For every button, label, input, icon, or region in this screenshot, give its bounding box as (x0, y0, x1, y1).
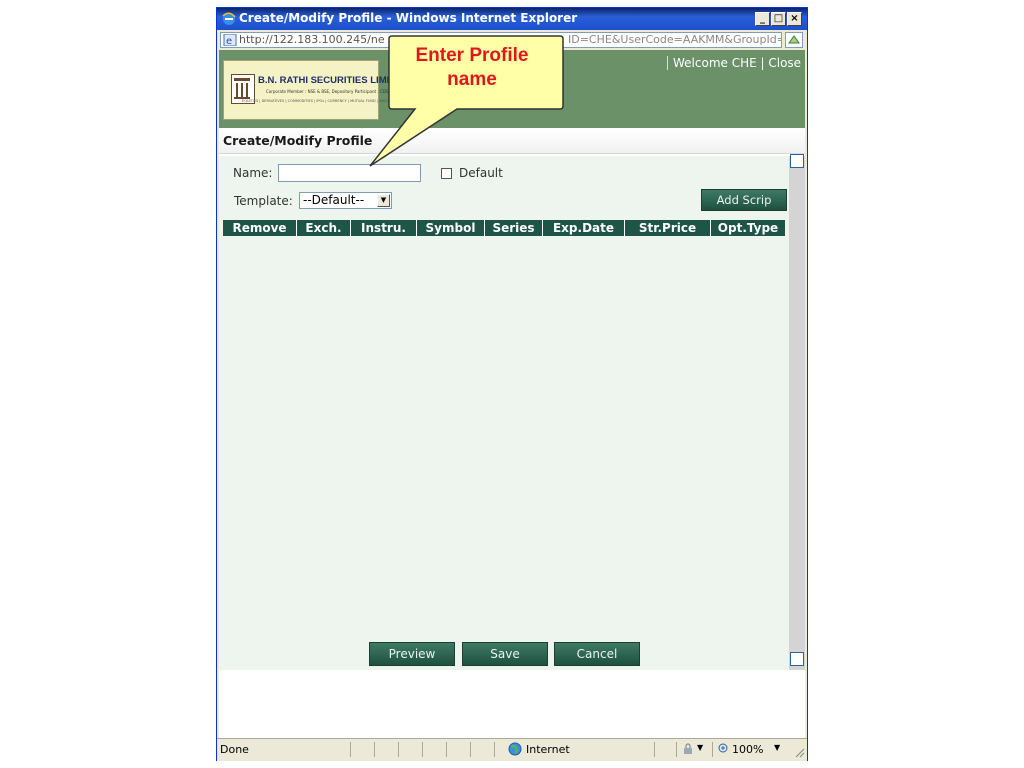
compatibility-view-button[interactable] (785, 32, 803, 48)
status-bar: Done Internet ▼ 100% ▼ (217, 738, 807, 761)
compatibility-icon (788, 35, 800, 44)
name-label: Name: (233, 166, 273, 180)
template-selected-value: --Default-- (303, 193, 365, 207)
cancel-button[interactable]: Cancel (554, 642, 640, 666)
lock-icon (684, 743, 692, 754)
save-button[interactable]: Save (462, 642, 548, 666)
column-header-symbol: Symbol (417, 220, 485, 236)
add-scrip-button[interactable]: Add Scrip (701, 189, 787, 211)
status-pane (422, 742, 446, 757)
globe-icon (508, 742, 522, 756)
column-header-series: Series (485, 220, 543, 236)
internet-explorer-icon (222, 12, 236, 25)
scroll-up-box[interactable] (790, 154, 804, 168)
column-header-str-price: Str.Price (625, 220, 711, 236)
dropdown-arrow-icon[interactable]: ▼ (377, 194, 390, 207)
page-title: Create/Modify Profile (219, 130, 805, 154)
column-header-exp-date: Exp.Date (543, 220, 625, 236)
status-pane (446, 742, 470, 757)
window-title: Create/Modify Profile - Windows Internet… (239, 11, 578, 25)
vertical-scrollbar[interactable] (789, 154, 805, 670)
scroll-down-box[interactable] (790, 652, 804, 666)
column-header-exch: Exch. (297, 220, 351, 236)
status-pane (374, 742, 398, 757)
status-pane (350, 742, 374, 757)
preview-button[interactable]: Preview (369, 642, 455, 666)
title-bar[interactable]: Create/Modify Profile - Windows Internet… (217, 8, 807, 30)
close-window-button[interactable]: × (787, 12, 802, 26)
zone-label: Internet (526, 743, 570, 756)
status-pane (398, 742, 422, 757)
zoom-level: 100% (732, 743, 764, 756)
chevron-down-icon: ▼ (697, 743, 704, 752)
browser-window: Create/Modify Profile - Windows Internet… (216, 7, 808, 761)
template-label: Template: (234, 194, 293, 208)
callout-line-1: Enter Profile (415, 45, 529, 66)
scrip-grid-header: Remove Exch. Instru. Symbol Series Exp.D… (223, 220, 785, 236)
page-icon: e (223, 34, 237, 46)
default-label: Default (459, 166, 503, 180)
profile-form-panel: Name: Default Template: --Default-- ▼ Ad… (219, 156, 789, 670)
page-content: B.N. RATHI SECURITIES LIMITED Corporate … (219, 50, 805, 738)
company-services: EQUITIES | DERIVATIVES | COMMODITIES | I… (242, 99, 400, 103)
company-logo: B.N. RATHI SECURITIES LIMITED Corporate … (223, 60, 408, 120)
profile-name-input[interactable] (278, 164, 421, 182)
welcome-text[interactable]: Welcome CHE | Close (667, 56, 801, 70)
svg-text:e: e (226, 36, 232, 46)
column-header-opt-type: Opt.Type (717, 221, 779, 235)
url-start: http://122.183.100.245/ne (239, 33, 385, 46)
status-pane (654, 742, 676, 757)
template-select[interactable]: --Default-- ▼ (299, 192, 392, 209)
status-pane (470, 742, 494, 757)
default-checkbox[interactable] (441, 168, 452, 179)
zoom-control[interactable]: 100% ▼ (712, 742, 788, 757)
minimize-button[interactable]: _ (755, 12, 770, 26)
maximize-button[interactable]: □ (771, 12, 786, 26)
resize-grip-icon[interactable] (793, 746, 805, 758)
status-text: Done (220, 743, 249, 756)
column-header-instru: Instru. (351, 220, 417, 236)
chevron-down-icon: ▼ (774, 743, 781, 752)
callout-line-2: name (447, 69, 497, 90)
protected-mode-button[interactable]: ▼ (676, 742, 712, 757)
callout-text: Enter Profile name (382, 44, 562, 92)
url-end: ID=CHE&UserCode=AAKMM&GroupId=I (568, 33, 782, 46)
zoom-icon (718, 743, 728, 753)
company-subtitle: Corporate Member : NSE & BSE, Depository… (266, 89, 391, 94)
security-zone[interactable]: Internet (494, 742, 654, 757)
column-header-remove: Remove (223, 220, 297, 236)
